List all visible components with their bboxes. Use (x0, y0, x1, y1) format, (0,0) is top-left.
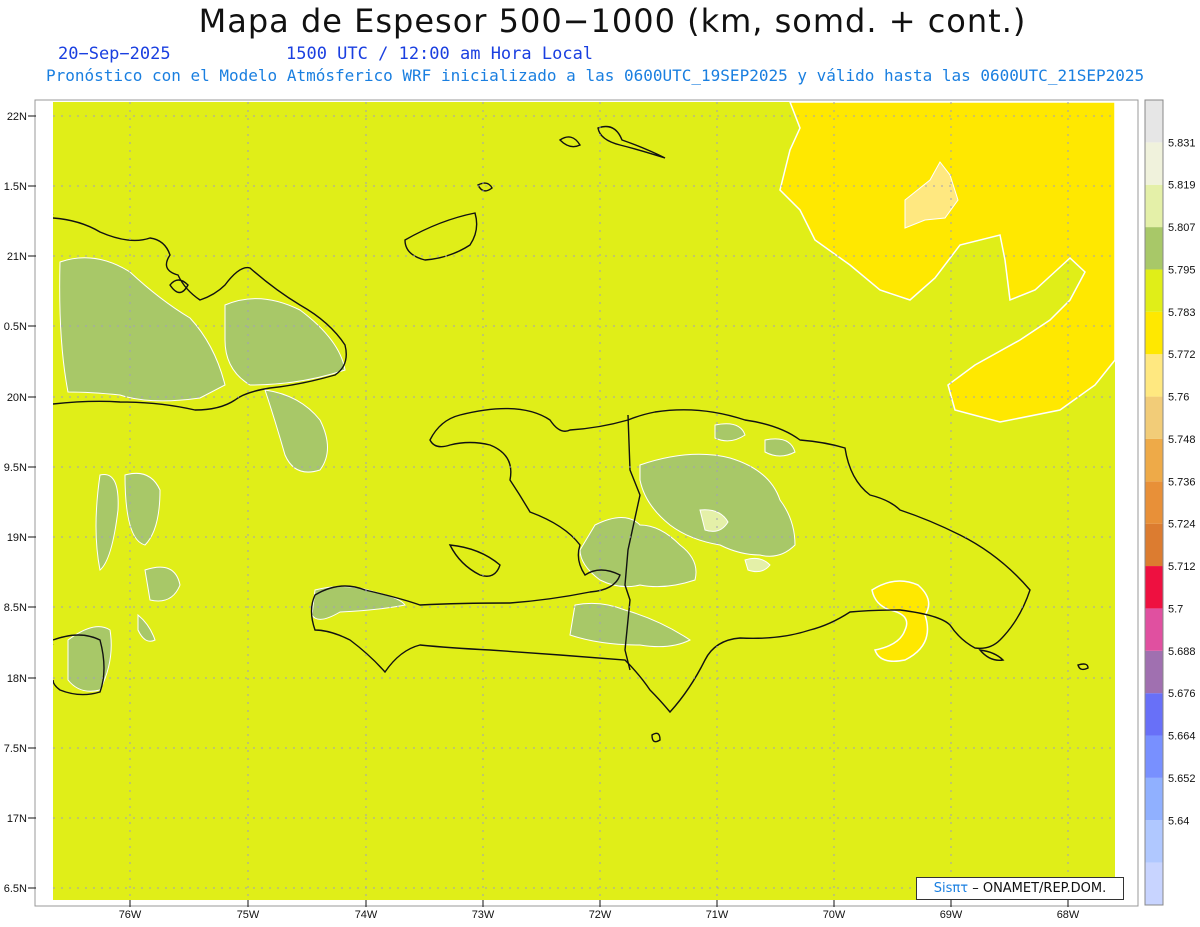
colorbar-swatch (1145, 269, 1163, 312)
colorbar-swatch (1145, 608, 1163, 651)
lon-label: 68W (1057, 909, 1080, 921)
latitude-axis: 22N 1.5N 21N 0.5N 20N 9.5N 19N 8.5N 18N … (4, 111, 36, 895)
colorbar-label: 5.712 (1168, 561, 1196, 573)
colorbar-label: 5.676 (1168, 688, 1196, 700)
lon-label: 75W (237, 909, 260, 921)
colorbar-cap-bottom (1145, 862, 1163, 905)
colorbar-swatch (1145, 438, 1163, 482)
lat-label: 0.5N (4, 321, 27, 333)
thickness-map: 22N 1.5N 21N 0.5N 20N 9.5N 19N 8.5N 18N … (4, 99, 1196, 921)
lat-label: 19N (7, 532, 27, 544)
colorbar-label: 5.772 (1168, 349, 1196, 361)
credit-brand: Sisπτ (933, 881, 969, 896)
credit-box: Sisπτ – ONAMET/REP.DOM. (916, 877, 1124, 900)
colorbar-label: 5.64 (1168, 815, 1189, 827)
colorbar-label: 5.783 (1168, 307, 1196, 319)
colorbar-swatch (1145, 311, 1163, 355)
lat-label: 8.5N (4, 602, 27, 614)
contour-field (53, 102, 1115, 900)
lat-label: 22N (7, 111, 27, 123)
lon-label: 70W (823, 909, 846, 921)
colorbar-label: 5.688 (1168, 646, 1196, 658)
colorbar-swatch (1145, 566, 1163, 609)
lon-label: 72W (589, 909, 612, 921)
colorbar-swatch (1145, 693, 1163, 736)
colorbar-swatch (1145, 396, 1163, 439)
colorbar-label: 5.664 (1168, 731, 1196, 743)
lat-label: 9.5N (4, 462, 27, 474)
lon-label: 69W (940, 909, 963, 921)
lat-label: 17N (7, 813, 27, 825)
lon-label: 76W (119, 909, 142, 921)
colorbar-swatch (1145, 142, 1163, 185)
colorbar-label: 5.819 (1168, 180, 1196, 192)
colorbar-swatch (1145, 777, 1163, 821)
colorbar-label: 5.795 (1168, 264, 1196, 276)
colorbar-swatch (1145, 354, 1163, 397)
colorbar-swatch (1145, 523, 1163, 567)
colorbar-label: 5.748 (1168, 434, 1196, 446)
colorbar-swatch (1145, 735, 1163, 778)
colorbar-label: 5.76 (1168, 392, 1189, 404)
lat-label: 20N (7, 392, 27, 404)
lon-label: 73W (472, 909, 495, 921)
lat-label: 6.5N (4, 883, 27, 895)
lon-label: 71W (706, 909, 729, 921)
colorbar-label: 5.807 (1168, 222, 1196, 234)
colorbar-legend: 5.831 5.819 5.807 5.795 5.783 5.772 5.76 5.748 5… (1144, 99, 1196, 906)
credit-text: – ONAMET/REP.DOM. (972, 881, 1107, 896)
colorbar-cap-top (1145, 100, 1163, 143)
colorbar-swatch (1145, 650, 1163, 694)
lat-label: 21N (7, 251, 27, 263)
colorbar-label: 5.652 (1168, 773, 1196, 785)
colorbar-label: 5.724 (1168, 519, 1196, 531)
colorbar-label: 5.736 (1168, 476, 1196, 488)
colorbar-swatch (1145, 820, 1163, 863)
colorbar-swatch (1145, 184, 1163, 228)
lat-label: 18N (7, 673, 27, 685)
lat-label: 1.5N (4, 181, 27, 193)
colorbar-swatch (1145, 227, 1163, 270)
lon-label: 74W (355, 909, 378, 921)
lat-label: 7.5N (4, 743, 27, 755)
colorbar-swatch (1145, 481, 1163, 524)
colorbar-label: 5.7 (1168, 603, 1183, 615)
colorbar-label: 5.831 (1168, 137, 1196, 149)
